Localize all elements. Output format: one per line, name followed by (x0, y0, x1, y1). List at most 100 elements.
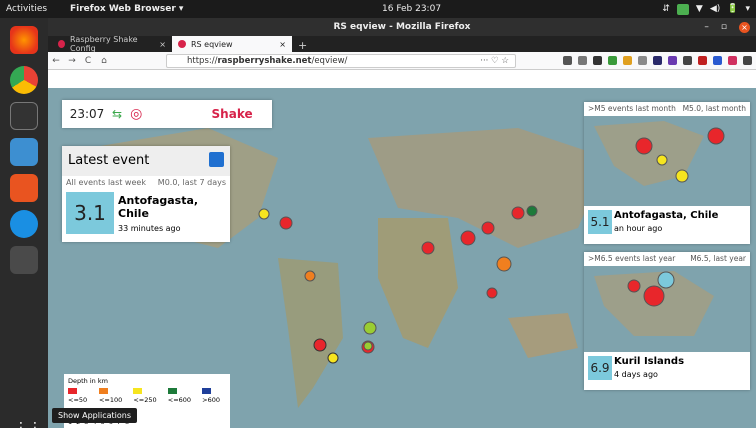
event-marker[interactable] (421, 241, 435, 255)
account-icon[interactable] (593, 56, 602, 65)
year-panel-label-right: M6.5, last year (690, 254, 746, 263)
window-title: RS eqview - Mozilla Firefox (333, 22, 471, 32)
url-bar[interactable]: https://raspberryshake.net/eqview/ ··· ♡… (166, 54, 516, 68)
event-marker[interactable] (279, 216, 293, 230)
event-marker[interactable] (656, 154, 668, 166)
maximize-button[interactable]: ▫ (721, 18, 727, 36)
latest-ago: 33 minutes ago (118, 224, 181, 233)
latest-event-header: Latest event (62, 146, 230, 176)
home-button[interactable]: ⌂ (96, 56, 112, 66)
depth-label: <=100 (98, 396, 123, 404)
latest-event-card[interactable]: Latest event All events last week M0.0, … (62, 146, 230, 242)
event-marker[interactable] (627, 279, 641, 293)
event-marker[interactable] (363, 341, 373, 351)
event-marker[interactable] (327, 352, 339, 364)
extension-icon[interactable] (683, 56, 692, 65)
tab-rs-eqview[interactable]: RS eqview × (172, 36, 292, 52)
sidebar-icon[interactable] (578, 56, 587, 65)
tab-close-icon[interactable]: × (279, 40, 286, 49)
skype-icon[interactable] (10, 210, 38, 238)
menu-chevron-icon[interactable]: ▾ (745, 4, 750, 14)
current-time: 23:07 (69, 107, 105, 121)
sync-arrows-icon[interactable]: ⇆ (112, 107, 122, 121)
wifi-icon[interactable]: ▼ (696, 4, 703, 14)
files-icon[interactable] (10, 138, 38, 166)
depth-label: >600 (202, 396, 220, 404)
clock[interactable]: 16 Feb 23:07 (382, 4, 441, 14)
latest-filter-right[interactable]: M0.0, last 7 days (158, 178, 226, 187)
menu-icon[interactable] (743, 56, 752, 65)
latest-filter-left[interactable]: All events last week (66, 178, 146, 187)
event-marker[interactable] (643, 285, 665, 307)
event-marker[interactable] (304, 270, 316, 282)
close-window-button[interactable]: × (739, 21, 750, 33)
month-panel-label-right: M5.0, last month (682, 104, 746, 113)
new-tab-button[interactable]: + (292, 39, 313, 52)
show-applications-tooltip: Show Applications (52, 408, 137, 423)
extension-icon[interactable] (638, 56, 647, 65)
extension-icon[interactable] (623, 56, 632, 65)
reload-button[interactable]: C (80, 56, 96, 66)
event-marker[interactable] (363, 321, 377, 335)
event-marker[interactable] (460, 230, 476, 246)
tab-close-icon[interactable]: × (159, 40, 166, 49)
depth-label: <=50 (68, 396, 88, 404)
extension-icon[interactable] (713, 56, 722, 65)
page-actions[interactable]: ··· ♡ ☆ (480, 55, 509, 67)
depth-swatch (68, 388, 77, 394)
tab-rs-config[interactable]: Raspberry Shake Config × (52, 35, 172, 53)
tab-label: RS eqview (191, 39, 233, 49)
forward-button[interactable]: → (64, 56, 80, 66)
event-marker[interactable] (675, 169, 689, 183)
event-marker[interactable] (486, 287, 498, 299)
event-marker[interactable] (635, 137, 653, 155)
header-logo-bar: 23:07 ⇆ ◎ Raspberry Shake (62, 100, 272, 128)
ublock-icon[interactable] (698, 56, 707, 65)
event-marker[interactable] (313, 338, 327, 352)
event-marker[interactable] (526, 205, 538, 217)
month-mini-map[interactable] (584, 116, 750, 206)
event-marker[interactable] (258, 208, 270, 220)
brand-shake: Shake (211, 107, 253, 121)
terminal-icon[interactable] (10, 102, 38, 130)
event-marker[interactable] (511, 206, 525, 220)
year-magnitude: 6.9 (588, 356, 612, 380)
update-icon[interactable] (676, 3, 689, 15)
network-icon[interactable]: ⇵ (662, 4, 670, 14)
toolbar-extensions[interactable] (563, 56, 752, 65)
extension-icon[interactable] (668, 56, 677, 65)
year-panel-header: >M6.5 events last year M6.5, last year (584, 252, 750, 266)
extension-icon[interactable] (653, 56, 662, 65)
event-marker[interactable] (481, 221, 495, 235)
list-icon[interactable] (209, 152, 224, 167)
extension-icon[interactable] (728, 56, 737, 65)
library-icon[interactable] (563, 56, 572, 65)
firefox-icon[interactable] (10, 26, 38, 54)
minimize-button[interactable]: – (704, 18, 709, 36)
software-center-icon[interactable] (10, 174, 38, 202)
activities-button[interactable]: Activities (6, 4, 47, 14)
volume-icon[interactable]: ◀) (710, 4, 720, 14)
event-marker[interactable] (657, 271, 675, 289)
raspberry-favicon-icon (178, 40, 186, 48)
month-events-panel[interactable]: >M5 events last month M5.0, last month 5… (584, 102, 750, 244)
chrome-icon[interactable] (10, 66, 38, 94)
year-place: Kuril Islands (614, 356, 685, 367)
event-marker[interactable] (496, 256, 512, 272)
brand-raspberry: Raspberry (146, 107, 208, 121)
year-events-panel[interactable]: >M6.5 events last year M6.5, last year 6… (584, 252, 750, 390)
system-tray[interactable]: ⇵ ▼ ◀) 🔋 ▾ (662, 3, 750, 15)
battery-icon[interactable]: 🔋 (727, 4, 738, 14)
back-button[interactable]: ← (48, 56, 64, 66)
year-mini-map[interactable] (584, 266, 750, 356)
extension-icon[interactable] (608, 56, 617, 65)
year-ago: 4 days ago (614, 370, 658, 379)
depth-swatch (202, 388, 212, 394)
event-marker[interactable] (707, 127, 725, 145)
desktop: Activities Firefox Web Browser ▾ 16 Feb … (0, 0, 756, 428)
brand-name: Raspberry Shake (146, 107, 252, 121)
year-panel-footer: 6.9 Kuril Islands 4 days ago (584, 352, 750, 390)
app-menu[interactable]: Firefox Web Browser ▾ (70, 4, 183, 14)
url-prefix: https:// (187, 56, 218, 66)
sublime-text-icon[interactable] (10, 246, 38, 274)
